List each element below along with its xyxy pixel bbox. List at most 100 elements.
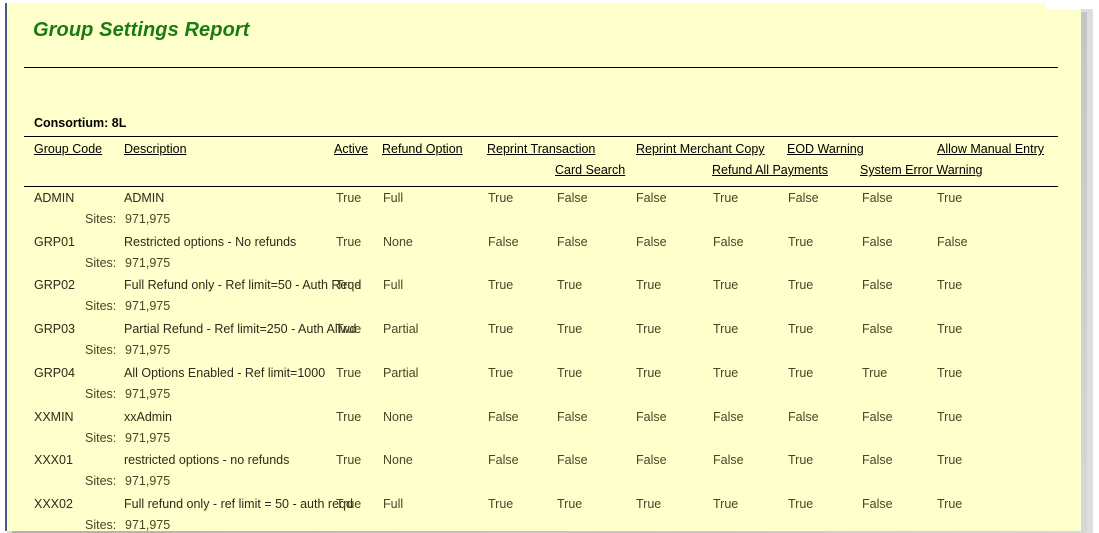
column-header-active[interactable]: Active [334, 142, 368, 156]
cell-system-error: False [862, 278, 893, 292]
cell-active: True [336, 497, 361, 511]
cell-active: True [336, 410, 361, 424]
column-header-allow-manual-entry[interactable]: Allow Manual Entry [937, 142, 1044, 156]
sites-value: 971,975 [125, 474, 170, 488]
cell-reprint-txn: True [488, 366, 513, 380]
cell-reprint-merchant: True [636, 278, 661, 292]
cell-card-search: True [557, 322, 582, 336]
cell-group-code: XXX01 [34, 453, 73, 467]
column-header-refund-option[interactable]: Refund Option [382, 142, 463, 156]
cell-description: All Options Enabled - Ref limit=1000 [124, 366, 325, 380]
cell-group-code: GRP02 [34, 278, 75, 292]
column-header-reprint-transaction[interactable]: Reprint Transaction [487, 142, 595, 156]
cell-active: True [336, 235, 361, 249]
cell-refund-option: Partial [383, 322, 418, 336]
cell-description: Partial Refund - Ref limit=250 - Auth Al… [124, 322, 356, 336]
cell-refund-all: True [713, 497, 738, 511]
cell-eod-warning: True [788, 453, 813, 467]
sites-label: Sites: [85, 343, 116, 357]
sites-value: 971,975 [125, 299, 170, 313]
sites-label: Sites: [85, 256, 116, 270]
cell-system-error: False [862, 497, 893, 511]
cell-description: ADMIN [124, 191, 164, 205]
column-header-eod-warning[interactable]: EOD Warning [787, 142, 864, 156]
cell-reprint-txn: False [488, 235, 519, 249]
cell-active: True [336, 366, 361, 380]
cell-refund-option: Full [383, 497, 403, 511]
cell-card-search: False [557, 410, 588, 424]
cell-card-search: True [557, 497, 582, 511]
sites-value: 971,975 [125, 256, 170, 270]
report-viewport: Group Settings Report Consortium: 8L Gro… [0, 0, 1099, 533]
cell-refund-all: True [713, 278, 738, 292]
column-header-system-error-warning[interactable]: System Error Warning [860, 163, 982, 177]
cell-system-error: False [862, 322, 893, 336]
cell-group-code: GRP01 [34, 235, 75, 249]
cell-refund-all: True [713, 322, 738, 336]
cell-description: Full refund only - ref limit = 50 - auth… [124, 497, 353, 511]
cell-refund-option: Full [383, 191, 403, 205]
cell-group-code: XXX02 [34, 497, 73, 511]
cell-description: Restricted options - No refunds [124, 235, 296, 249]
sites-value: 971,975 [125, 518, 170, 531]
cell-allow-manual: True [937, 322, 962, 336]
cell-refund-all: False [713, 453, 744, 467]
cell-reprint-merchant: False [636, 410, 667, 424]
sites-label: Sites: [85, 518, 116, 531]
cell-system-error: True [862, 366, 887, 380]
cell-reprint-merchant: True [636, 322, 661, 336]
cell-refund-option: Partial [383, 366, 418, 380]
cell-reprint-txn: False [488, 410, 519, 424]
cell-description: Full Refund only - Ref limit=50 - Auth R… [124, 278, 361, 292]
cell-refund-option: None [383, 235, 413, 249]
consortium-label: Consortium: 8L [34, 116, 126, 130]
cell-allow-manual: True [937, 410, 962, 424]
cell-reprint-merchant: False [636, 191, 667, 205]
cell-card-search: False [557, 191, 588, 205]
column-header-reprint-merchant-copy[interactable]: Reprint Merchant Copy [636, 142, 765, 156]
cell-reprint-merchant: False [636, 235, 667, 249]
sites-value: 971,975 [125, 431, 170, 445]
cell-eod-warning: True [788, 497, 813, 511]
cell-reprint-merchant: False [636, 453, 667, 467]
cell-allow-manual: True [937, 366, 962, 380]
cell-refund-all: True [713, 366, 738, 380]
cell-refund-all: False [713, 410, 744, 424]
report-page: Group Settings Report Consortium: 8L Gro… [5, 3, 1081, 531]
sites-label: Sites: [85, 299, 116, 313]
cell-allow-manual: False [937, 235, 968, 249]
cell-reprint-merchant: True [636, 366, 661, 380]
sites-label: Sites: [85, 212, 116, 226]
cell-refund-option: None [383, 453, 413, 467]
cell-reprint-txn: True [488, 191, 513, 205]
cell-description: xxAdmin [124, 410, 172, 424]
column-header-group-code[interactable]: Group Code [34, 142, 102, 156]
cell-reprint-txn: False [488, 453, 519, 467]
cell-card-search: False [557, 235, 588, 249]
cell-active: True [336, 322, 361, 336]
column-header-card-search[interactable]: Card Search [555, 163, 625, 177]
cell-allow-manual: True [937, 497, 962, 511]
cell-group-code: XXMIN [34, 410, 74, 424]
cell-system-error: False [862, 235, 893, 249]
page-title: Group Settings Report [33, 19, 250, 42]
cell-eod-warning: True [788, 235, 813, 249]
column-header-description[interactable]: Description [124, 142, 187, 156]
cell-group-code: GRP04 [34, 366, 75, 380]
cell-reprint-txn: True [488, 497, 513, 511]
cell-group-code: ADMIN [34, 191, 74, 205]
cell-eod-warning: True [788, 322, 813, 336]
sites-label: Sites: [85, 387, 116, 401]
sites-value: 971,975 [125, 387, 170, 401]
cell-allow-manual: True [937, 191, 962, 205]
title-divider [24, 67, 1058, 68]
cell-eod-warning: False [788, 191, 819, 205]
cell-system-error: False [862, 410, 893, 424]
cell-card-search: True [557, 278, 582, 292]
cell-card-search: True [557, 366, 582, 380]
column-header-refund-all-payments[interactable]: Refund All Payments [712, 163, 828, 177]
header-divider [24, 136, 1058, 137]
sites-label: Sites: [85, 474, 116, 488]
cell-allow-manual: True [937, 278, 962, 292]
cell-system-error: False [862, 453, 893, 467]
